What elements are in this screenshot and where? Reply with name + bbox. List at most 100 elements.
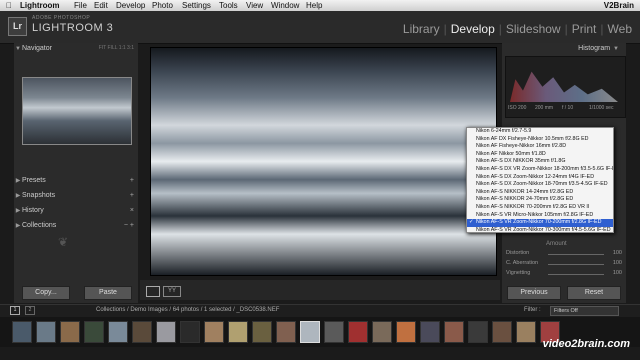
navigator-header[interactable]: ▼Navigator FIT FILL 1:1 3:1: [14, 43, 138, 54]
lens-option[interactable]: Nikon AF-S DX NIKKOR 35mm f/1.8G: [467, 158, 613, 166]
lens-option[interactable]: Nikon AF-S VR Zoom-Nikkor 70-300mm f/4.5…: [467, 227, 613, 235]
vignetting-slider[interactable]: Vignetting 100: [506, 270, 624, 278]
before-after-icon[interactable]: YY: [163, 286, 181, 297]
menu-window[interactable]: Window: [271, 0, 299, 11]
snapshots-header[interactable]: ▶ Snapshots +: [14, 190, 138, 201]
previous-button[interactable]: Previous: [507, 286, 561, 300]
copy-settings-button[interactable]: Copy...: [22, 286, 70, 300]
menu-edit[interactable]: Edit: [94, 0, 108, 11]
lightroom-logo: Lr: [8, 17, 27, 36]
lens-model-dropdown[interactable]: Nikon 6-24mm f/2.7-5.9 Nikon AF DX Fishe…: [466, 127, 614, 233]
filmstrip-thumb[interactable]: [276, 321, 296, 343]
module-slideshow[interactable]: Slideshow: [506, 22, 561, 36]
close-icon[interactable]: ×: [130, 205, 134, 216]
filmstrip-thumb[interactable]: [84, 321, 104, 343]
display-2-button[interactable]: 2: [25, 306, 35, 315]
lens-option[interactable]: Nikon AF Nikkor 50mm f/1.8D: [467, 151, 613, 159]
lens-option-selected[interactable]: ✓ Nikon AF-S VR Zoom-Nikkor 70-200mm f/2.…: [467, 219, 613, 227]
expand-triangle-icon: ▶: [15, 178, 21, 184]
main-photo-preview[interactable]: [150, 47, 497, 276]
chromatic-aberration-slider[interactable]: C. Aberration 100: [506, 260, 624, 268]
filmstrip-thumb[interactable]: [228, 321, 248, 343]
module-picker: Library | Develop | Slideshow | Print | Web: [402, 22, 632, 36]
lens-option[interactable]: Nikon AF-S VR Micro-Nikkor 105mm f/2.8G …: [467, 212, 613, 220]
presets-title: Presets: [22, 177, 46, 184]
history-header[interactable]: ▶ History ×: [14, 205, 138, 216]
paste-settings-button[interactable]: Paste: [84, 286, 132, 300]
lens-option[interactable]: Nikon AF-S DX Zoom-Nikkor 12-24mm f/4G I…: [467, 174, 613, 182]
filmstrip-thumb[interactable]: [324, 321, 344, 343]
filmstrip-thumb[interactable]: [36, 321, 56, 343]
collections-header[interactable]: ▶ Collections − +: [14, 220, 138, 231]
distortion-slider[interactable]: Distortion 100: [506, 250, 624, 258]
apple-icon[interactable]: : [6, 0, 12, 11]
menu-photo[interactable]: Photo: [152, 0, 173, 11]
filmstrip-thumb[interactable]: [60, 321, 80, 343]
add-icon[interactable]: +: [130, 175, 134, 186]
expand-triangle-icon: ▶: [15, 208, 21, 214]
expand-triangle-icon: ▶: [15, 223, 21, 229]
module-library[interactable]: Library: [403, 22, 440, 36]
navigator-preview[interactable]: [22, 77, 132, 145]
filmstrip-thumb[interactable]: [468, 321, 488, 343]
menu-help[interactable]: Help: [306, 0, 322, 11]
lens-option[interactable]: Nikon AF-S NIKKOR 14-24mm f/2.8G ED: [467, 189, 613, 197]
add-icon[interactable]: +: [130, 190, 134, 201]
filmstrip-thumb[interactable]: [156, 321, 176, 343]
collections-title: Collections: [22, 222, 57, 229]
module-print[interactable]: Print: [572, 22, 597, 36]
menubar-user[interactable]: V2Brain: [604, 0, 634, 11]
lens-option[interactable]: Nikon AF-S DX Zoom-Nikkor 18-70mm f/3.5-…: [467, 181, 613, 189]
filter-label: Filter :: [524, 307, 541, 313]
lens-option[interactable]: Nikon AF DX Fisheye-Nikkor 10.5mm f/2.8G…: [467, 136, 613, 144]
bottom-edge: [0, 349, 640, 360]
menu-tools[interactable]: Tools: [219, 0, 238, 11]
module-web[interactable]: Web: [608, 22, 632, 36]
slider-value[interactable]: 100: [613, 260, 622, 266]
filmstrip-thumb[interactable]: [492, 321, 512, 343]
filmstrip-thumb[interactable]: [372, 321, 392, 343]
mac-menubar:  Lightroom File Edit Develop Photo Sett…: [0, 0, 640, 11]
history-title: History: [22, 207, 44, 214]
filmstrip-thumb[interactable]: [132, 321, 152, 343]
menu-view[interactable]: View: [246, 0, 263, 11]
navigator-title: Navigator: [22, 45, 52, 52]
add-remove-icon[interactable]: − +: [124, 220, 134, 231]
navigator-zoom-options[interactable]: FIT FILL 1:1 3:1: [99, 43, 134, 54]
lens-option[interactable]: Nikon 6-24mm f/2.7-5.9: [467, 128, 613, 136]
filmstrip-thumb[interactable]: [108, 321, 128, 343]
presets-header[interactable]: ▶ Presets +: [14, 175, 138, 186]
lens-option[interactable]: Nikon AF Fisheye-Nikkor 16mm f/2.8D: [467, 143, 613, 151]
menu-settings[interactable]: Settings: [182, 0, 211, 11]
filmstrip-thumb[interactable]: [252, 321, 272, 343]
filmstrip-source-path[interactable]: Collections / Demo Images / 64 photos / …: [96, 307, 279, 313]
display-1-button[interactable]: 1: [10, 306, 20, 315]
lens-option[interactable]: Nikon AF-S NIKKOR 70-200mm f/2.8G ED VR …: [467, 204, 613, 212]
loupe-view-icon[interactable]: [146, 286, 160, 297]
slider-value[interactable]: 100: [613, 250, 622, 256]
filmstrip-thumb[interactable]: [204, 321, 224, 343]
brand-title: LIGHTROOM 3: [32, 22, 114, 34]
filmstrip-thumb[interactable]: [516, 321, 536, 343]
histogram-header[interactable]: Histogram ▼: [502, 43, 626, 54]
menu-file[interactable]: File: [74, 0, 87, 11]
exif-shutter: 1/1000 sec: [589, 105, 614, 111]
menu-app[interactable]: Lightroom: [20, 0, 60, 11]
slider-value[interactable]: 100: [613, 270, 622, 276]
slider-label: Vignetting: [506, 270, 531, 276]
filmstrip-thumb[interactable]: [348, 321, 368, 343]
menu-develop[interactable]: Develop: [116, 0, 145, 11]
filter-select[interactable]: Filters Off: [550, 306, 619, 316]
filmstrip-thumb[interactable]: [396, 321, 416, 343]
filmstrip-thumb[interactable]: [12, 321, 32, 343]
reset-button[interactable]: Reset: [567, 286, 621, 300]
module-develop[interactable]: Develop: [451, 22, 495, 36]
lens-option[interactable]: Nikon AF-S DX VR Zoom-Nikkor 18-200mm f/…: [467, 166, 613, 174]
expand-triangle-icon: ▶: [15, 193, 21, 199]
filmstrip-thumb[interactable]: [180, 321, 200, 343]
filmstrip-thumb[interactable]: [420, 321, 440, 343]
filmstrip-thumb[interactable]: [444, 321, 464, 343]
lens-option[interactable]: Nikon AF-S NIKKOR 24-70mm f/2.8G ED: [467, 196, 613, 204]
filmstrip-thumb-selected[interactable]: [300, 321, 320, 343]
exif-focal: 200 mm: [535, 105, 554, 111]
